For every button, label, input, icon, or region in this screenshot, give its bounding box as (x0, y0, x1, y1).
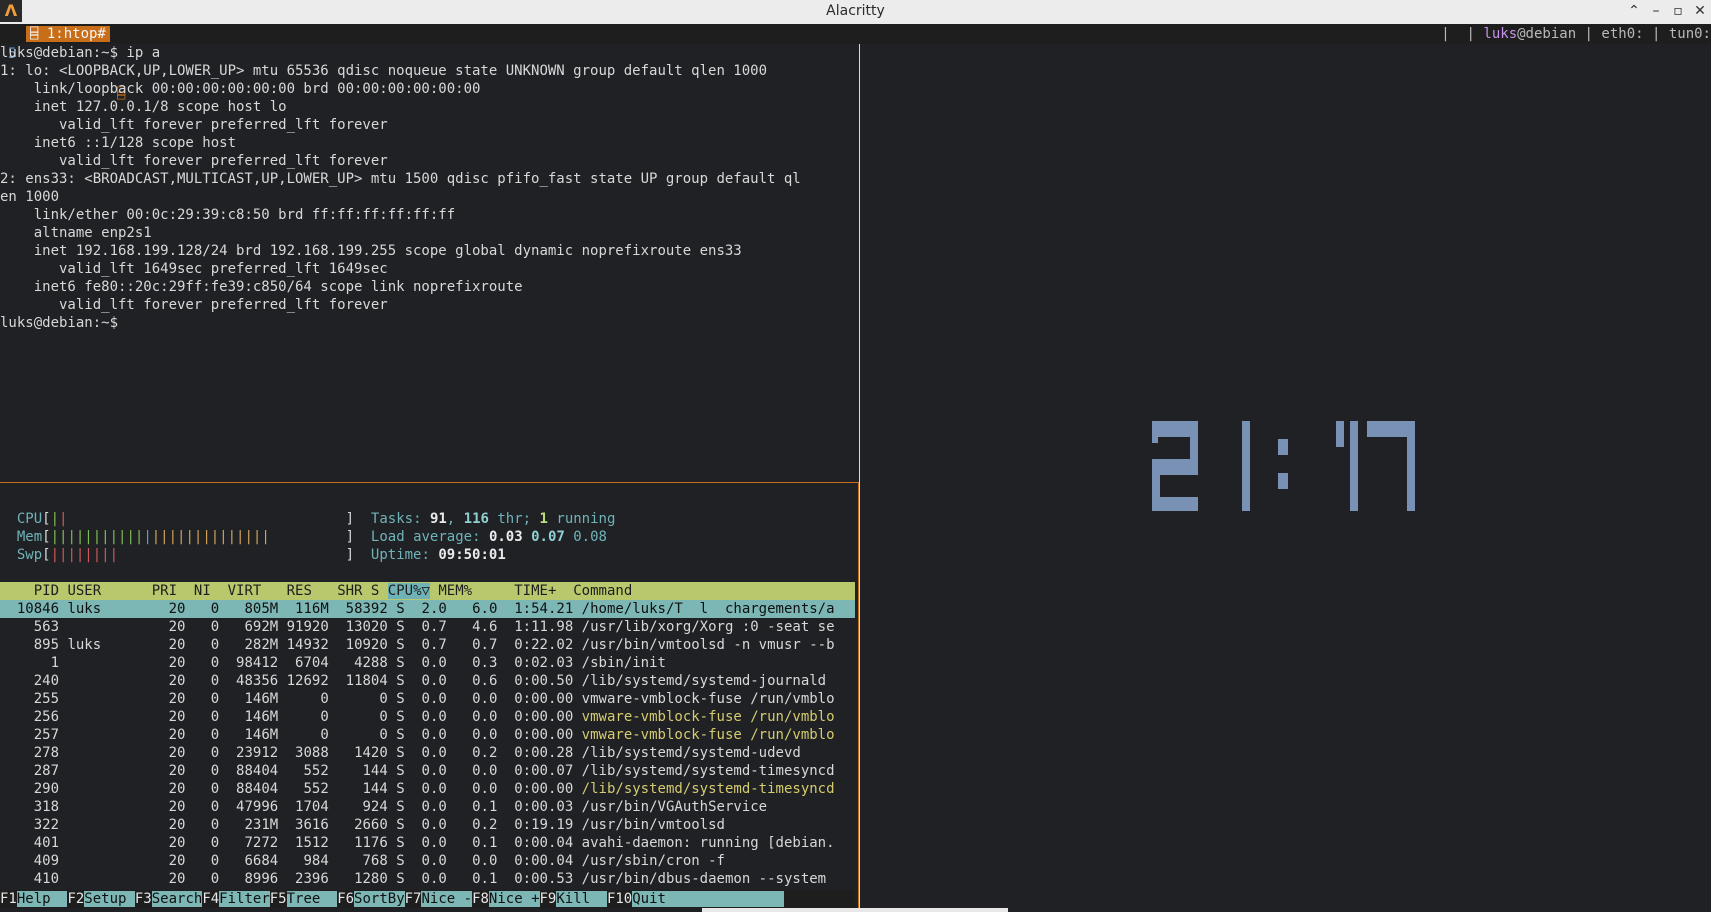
table-row[interactable]: 257 20 0 146M 0 0 S 0.0 0.0 0:00.00 vmwa… (0, 726, 855, 744)
fkey-f8[interactable]: F8 (472, 891, 489, 907)
mem-meter: Mem[|||||||||||||||||||||||||| ] Load av… (16, 529, 607, 545)
table-row[interactable]: 563 20 0 692M 91920 13020 S 0.7 4.6 1:11… (0, 618, 855, 636)
terminal-line: valid_lft forever preferred_lft forever (0, 117, 388, 133)
pane-divider-vertical-active (858, 482, 859, 912)
column-s[interactable]: S (362, 583, 379, 599)
fkey-f2[interactable]: F2 (67, 891, 85, 907)
fkey-label[interactable]: Nice + (488, 891, 540, 907)
fkey-f1[interactable]: F1 (0, 891, 17, 907)
table-row[interactable]: 290 20 0 88404 552 144 S 0.0 0.0 0:00.00… (0, 780, 855, 798)
clock-segment (1152, 497, 1198, 511)
column-shr[interactable]: SHR (312, 583, 362, 599)
clock-segment (1336, 421, 1344, 447)
fkey-label[interactable]: Quit (632, 891, 784, 907)
column-pri[interactable]: PRI (143, 583, 177, 599)
column-time[interactable]: TIME+ (472, 583, 556, 599)
table-row[interactable]: 410 20 0 8996 2396 1280 S 0.0 0.1 0:00.5… (0, 870, 855, 888)
htop-pane[interactable]: CPU[|| ] Tasks: 91, 116 thr; 1 running M… (0, 510, 855, 888)
pane-divider-horizontal[interactable] (0, 482, 859, 483)
terminal-icon: ⌸ (30, 26, 47, 42)
pane-divider-vertical[interactable] (859, 44, 860, 912)
fkey-label[interactable]: Tree (286, 891, 338, 907)
terminal-line: luks@debian:~$ (0, 315, 127, 331)
table-row[interactable]: 318 20 0 47996 1704 924 S 0.0 0.1 0:00.0… (0, 798, 855, 816)
fkey-label[interactable]: SortBy (354, 891, 405, 907)
fkey-label[interactable]: Search (151, 891, 203, 907)
fkey-label[interactable]: Setup (84, 891, 135, 907)
column-command[interactable]: Command (556, 583, 632, 599)
status-host-net: @debian | eth0: | tun0: (1517, 26, 1711, 42)
fkey-f4[interactable]: F4 (202, 891, 220, 907)
process-table-header[interactable]: PID USER PRI NI VIRT RES SHR S CPU%▽ MEM… (0, 582, 855, 600)
column-cpu[interactable]: CPU%▽ (387, 583, 430, 599)
terminal-line: inet 127.0.0.1/8 scope host lo (0, 99, 287, 115)
fkey-f10[interactable]: F10 (606, 891, 633, 907)
chevron-up-icon[interactable]: ⌃ (1623, 0, 1645, 22)
htop-function-bar[interactable]: F1Help F2Setup F3SearchF4FilterF5Tree F6… (0, 890, 855, 908)
fkey-label[interactable]: Nice - (421, 891, 473, 907)
fkey-f7[interactable]: F7 (404, 891, 422, 907)
table-row[interactable]: 240 20 0 48356 12692 11804 S 0.0 0.6 0:0… (0, 672, 855, 690)
clock-segment (1278, 439, 1288, 455)
clock-segment (1152, 421, 1158, 443)
terminal-line: link/ether 00:0c:29:39:c8:50 brd ff:ff:f… (0, 207, 456, 223)
window-title: Alacritty (826, 3, 885, 19)
terminal-line: valid_lft 1649sec preferred_lft 1649sec (0, 261, 388, 277)
clock-segment (1407, 421, 1415, 511)
terminal-line: inet 192.168.199.128/24 brd 192.168.199.… (0, 243, 742, 259)
terminal-pane-shell[interactable]: luks@debian:~$ ip a 1: lo: <LOOPBACK,UP,L… (0, 44, 858, 332)
table-row[interactable]: 895 luks 20 0 282M 14932 10920 S 0.7 0.7… (0, 636, 855, 654)
fkey-f5[interactable]: F5 (269, 891, 287, 907)
minimize-icon[interactable]: – (1645, 0, 1667, 22)
status-right: | | luks@debian | eth0: | tun0: (1441, 24, 1711, 44)
fkey-label[interactable]: Help (16, 891, 68, 907)
clock-segment (1278, 473, 1288, 489)
terminal-line: 1: lo: <LOOPBACK,UP,LOWER_UP> mtu 65536 … (0, 63, 768, 79)
tab-htop[interactable]: ⌸ 1:htop# (26, 26, 110, 42)
column-mem[interactable]: MEM% (430, 583, 472, 599)
status-user: luks (1483, 26, 1518, 42)
column-res[interactable]: RES (261, 583, 312, 599)
table-row[interactable]: 401 20 0 7272 1512 1176 S 0.0 0.1 0:00.0… (0, 834, 855, 852)
process-table[interactable]: 10846 luks 20 0 805M 116M 58392 S 2.0 6.… (0, 600, 855, 888)
table-row[interactable]: 322 20 0 231M 3616 2660 S 0.0 0.2 0:19.1… (0, 816, 855, 834)
terminal-line: luks@debian:~$ ip a (0, 45, 161, 61)
status-separator: | | (1441, 26, 1484, 42)
terminal-line: inet6 fe80::20c:29ff:fe39:c850/64 scope … (0, 279, 523, 295)
table-row[interactable]: 256 20 0 146M 0 0 S 0.0 0.0 0:00.00 vmwa… (0, 708, 855, 726)
window-titlebar: Λ Alacritty ⌃ – ▫ ✕ (0, 0, 1711, 24)
terminal-line: en 1000 (0, 189, 60, 205)
clock-segment (1350, 421, 1358, 511)
terminal-line: valid_lft forever preferred_lft forever (0, 153, 388, 169)
terminal-line: valid_lft forever preferred_lft forever (0, 297, 388, 313)
fkey-f3[interactable]: F3 (134, 891, 152, 907)
fkey-f6[interactable]: F6 (337, 891, 355, 907)
fkey-label[interactable]: Kill (556, 891, 607, 907)
status-bar: 5 ⌸ 1:htop# ⌸ | | luks@debian | eth0: | … (0, 24, 1711, 102)
terminal-line: altname enp2s1 (0, 225, 152, 241)
table-row[interactable]: 409 20 0 6684 984 768 S 0.0 0.0 0:00.04 … (0, 852, 855, 870)
scrollbar-thumb[interactable] (702, 908, 1008, 912)
close-icon[interactable]: ✕ (1689, 0, 1711, 22)
fkey-f9[interactable]: F9 (539, 891, 557, 907)
column-virt[interactable]: VIRT (211, 583, 262, 599)
column-user[interactable]: USER (59, 583, 143, 599)
column-pid[interactable]: PID (0, 583, 59, 599)
column-ni[interactable]: NI (177, 583, 211, 599)
table-row[interactable]: 10846 luks 20 0 805M 116M 58392 S 2.0 6.… (0, 600, 855, 618)
tab-label: 1:htop# (46, 26, 106, 42)
fkey-label[interactable]: Filter (219, 891, 270, 907)
swap-meter: Swp[|||||||| ] Uptime: 09:50:01 (16, 547, 506, 563)
table-row[interactable]: 1 20 0 98412 6704 4288 S 0.0 0.3 0:02.03… (0, 654, 855, 672)
cpu-meter: CPU[|| ] Tasks: 91, 116 thr; 1 running (16, 511, 616, 527)
terminal-line: 2: ens33: <BROADCAST,MULTICAST,UP,LOWER_… (0, 171, 801, 187)
table-row[interactable]: 287 20 0 88404 552 144 S 0.0 0.0 0:00.07… (0, 762, 855, 780)
terminal-line: link/loopback 00:00:00:00:00:00 brd 00:0… (0, 81, 481, 97)
clock-segment (1242, 421, 1250, 511)
clock-widget (1152, 421, 1415, 511)
maximize-icon[interactable]: ▫ (1667, 0, 1689, 22)
terminal-line: inet6 ::1/128 scope host (0, 135, 237, 151)
table-row[interactable]: 278 20 0 23912 3088 1420 S 0.0 0.2 0:00.… (0, 744, 855, 762)
table-row[interactable]: 255 20 0 146M 0 0 S 0.0 0.0 0:00.00 vmwa… (0, 690, 855, 708)
